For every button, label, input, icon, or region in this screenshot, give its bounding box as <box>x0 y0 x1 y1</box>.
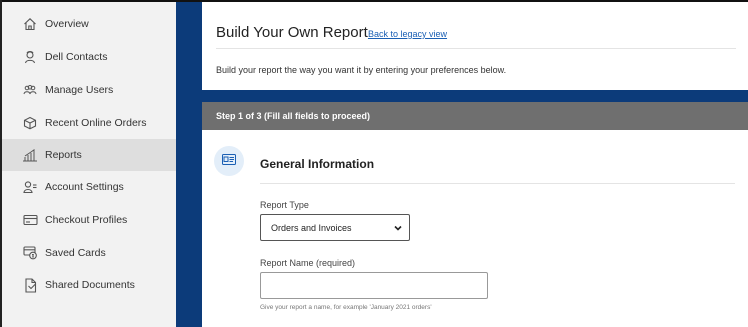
id-card-icon <box>222 152 236 170</box>
contact-icon <box>22 49 38 65</box>
general-information-form: General Information Report Type Orders a… <box>202 130 748 327</box>
brand-band <box>202 90 748 102</box>
sidebar-item-shared-documents[interactable]: Shared Documents <box>2 269 176 301</box>
sidebar-item-dell-contacts[interactable]: Dell Contacts <box>2 41 176 73</box>
step-label: Step 1 of 3 (Fill all fields to proceed) <box>216 111 371 121</box>
sidebar-item-label: Overview <box>45 18 89 30</box>
report-name-label: Report Name (required) <box>260 258 356 268</box>
sidebar-item-label: Saved Cards <box>45 247 106 259</box>
section-title: General Information <box>260 157 375 171</box>
report-type-label: Report Type <box>260 200 309 210</box>
page-header: Build Your Own Report Back to legacy vie… <box>202 7 748 90</box>
sidebar-item-reports[interactable]: Reports <box>2 139 176 171</box>
sidebar-item-label: Recent Online Orders <box>45 117 147 129</box>
chevron-down-icon <box>393 223 403 233</box>
page-subtitle: Build your report the way you want it by… <box>216 65 507 75</box>
sidebar-item-saved-cards[interactable]: Saved Cards <box>2 237 176 269</box>
report-name-input[interactable] <box>260 272 488 299</box>
step-progress-bar: Step 1 of 3 (Fill all fields to proceed) <box>202 102 748 130</box>
report-name-hint: Give your report a name, for example 'Ja… <box>260 304 432 311</box>
report-type-value: Orders and Invoices <box>271 222 352 233</box>
sidebar-item-label: Manage Users <box>45 84 114 96</box>
users-icon <box>22 82 38 98</box>
page-title: Build Your Own Report <box>216 24 368 41</box>
saved-card-icon <box>22 245 38 261</box>
sidebar-item-label: Checkout Profiles <box>45 214 128 226</box>
sidebar-item-manage-users[interactable]: Manage Users <box>2 74 176 106</box>
user-settings-icon <box>22 179 38 195</box>
sidebar-item-label: Reports <box>45 149 82 161</box>
bar-chart-icon <box>22 147 38 163</box>
sidebar-item-recent-online-orders[interactable]: Recent Online Orders <box>2 107 176 139</box>
sidebar-item-checkout-profiles[interactable]: Checkout Profiles <box>2 204 176 236</box>
report-type-select[interactable]: Orders and Invoices <box>260 214 410 241</box>
section-icon-badge <box>214 146 244 176</box>
card-icon <box>22 212 38 228</box>
sidebar-item-label: Account Settings <box>45 181 124 193</box>
divider <box>216 48 736 49</box>
sidebar-item-overview[interactable]: Overview <box>2 8 176 40</box>
brand-strip <box>176 2 202 327</box>
divider <box>260 183 735 184</box>
home-icon <box>22 16 38 32</box>
sidebar-item-label: Shared Documents <box>45 279 135 291</box>
document-icon <box>22 277 38 293</box>
sidebar-item-label: Dell Contacts <box>45 51 108 63</box>
back-to-legacy-view-link[interactable]: Back to legacy view <box>368 29 447 39</box>
sidebar-item-account-settings[interactable]: Account Settings <box>2 171 176 203</box>
box-icon <box>22 115 38 131</box>
sidebar: Overview Dell Contacts Manage Users Rece… <box>2 2 176 327</box>
